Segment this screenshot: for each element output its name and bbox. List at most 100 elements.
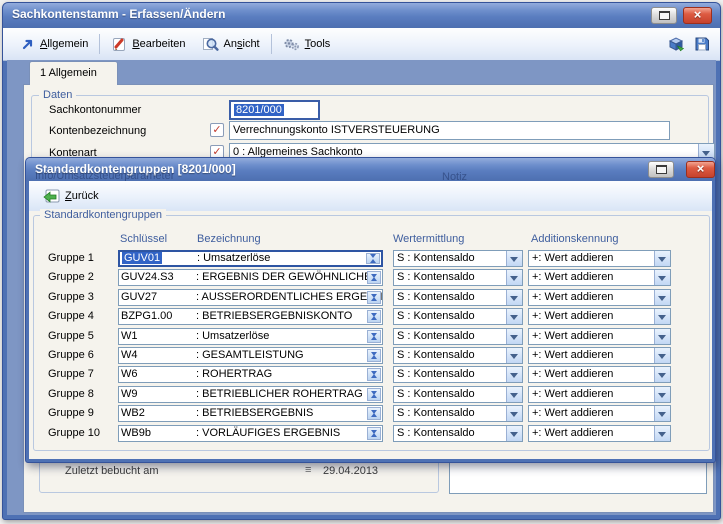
spinner-button[interactable] [367,349,381,362]
dialog-restore-button[interactable] [648,161,674,178]
dropdown-arrow-icon[interactable] [506,309,522,324]
additionskennung-select[interactable]: +: Wert addieren [528,366,671,383]
schluessel-bezeichnung-field[interactable]: W6 : ROHERTRAG [118,366,383,383]
toolbar-item-allgemein[interactable]: Allgemein [13,32,96,56]
spin-down-icon [371,352,377,359]
kontenbezeichnung-value: Verrechnungskonto ISTVERSTEUERUNG [233,124,440,136]
additionskennung-select[interactable]: +: Wert addieren [528,425,671,442]
wertermittlung-select[interactable]: S : Kontensaldo [393,328,523,345]
package-export-icon[interactable] [668,36,685,52]
spin-down-icon [371,410,377,417]
dropdown-arrow-icon[interactable] [654,406,670,421]
wertermittlung-select[interactable]: S : Kontensaldo [393,269,523,286]
dropdown-arrow-icon[interactable] [654,387,670,402]
kontenbezeichnung-checkbox[interactable] [210,123,224,137]
gruppe-label: Gruppe 1 [48,252,118,264]
save-icon[interactable] [694,36,710,52]
additionskennung-select[interactable]: +: Wert addieren [528,386,671,403]
wertermittlung-select[interactable]: S : Kontensaldo [393,405,523,422]
column-header-bezeichnung: Bezeichnung [197,233,261,245]
bezeichnung-value: : ROHERTRAG [196,368,272,380]
zurueck-button[interactable]: Zurück [35,184,107,208]
additionskennung-select[interactable]: +: Wert addieren [528,269,671,286]
wertermittlung-select[interactable]: S : Kontensaldo [393,425,523,442]
kontengruppe-row: Gruppe 6 W4 : GESAMTLEISTUNG S : Kontens… [26,347,715,364]
toolbar-item-bearbeiten[interactable]: Bearbeiten [103,32,193,56]
kontenbezeichnung-input[interactable]: Verrechnungskonto ISTVERSTEUERUNG [229,121,670,140]
schluessel-bezeichnung-field[interactable]: W9 : BETRIEBLICHER ROHERTRAG [118,386,383,403]
wertermittlung-select[interactable]: S : Kontensaldo [393,289,523,306]
dropdown-arrow-icon[interactable] [654,426,670,441]
spinner-button[interactable] [367,330,381,343]
restore-button[interactable] [651,7,677,24]
standardkontengruppen-dialog: Standardkontengruppen [8201/000] Info/Um… [25,157,716,463]
wertermittlung-select[interactable]: S : Kontensaldo [393,250,523,267]
additionskennung-value: +: Wert addieren [532,388,613,400]
dropdown-arrow-icon[interactable] [654,367,670,382]
dropdown-arrow-icon[interactable] [506,329,522,344]
dropdown-arrow-icon[interactable] [506,251,522,266]
toolbar-separator [99,34,100,54]
dropdown-arrow-icon[interactable] [654,329,670,344]
spinner-button[interactable] [367,310,381,323]
bezeichnung-value: : GESAMTLEISTUNG [196,349,304,361]
additionskennung-value: +: Wert addieren [532,291,613,303]
additionskennung-select[interactable]: +: Wert addieren [528,308,671,325]
spinner-button[interactable] [367,291,381,304]
schluessel-bezeichnung-field[interactable]: GUV01 : Umsatzerlöse [118,250,383,267]
dropdown-arrow-icon[interactable] [654,270,670,285]
schluessel-bezeichnung-field[interactable]: WB2 : BETRIEBSERGEBNIS [118,405,383,422]
spinner-button[interactable] [366,253,380,264]
dropdown-arrow-icon[interactable] [506,387,522,402]
spinner-button[interactable] [367,407,381,420]
dropdown-arrow-icon[interactable] [506,406,522,421]
spinner-button[interactable] [367,388,381,401]
spinner-button[interactable] [367,427,381,440]
schluessel-bezeichnung-field[interactable]: W4 : GESAMTLEISTUNG [118,347,383,364]
wertermittlung-select[interactable]: S : Kontensaldo [393,308,523,325]
dropdown-arrow-icon[interactable] [506,348,522,363]
wertermittlung-value: S : Kontensaldo [397,330,475,342]
dropdown-arrow-icon[interactable] [506,426,522,441]
additionskennung-select[interactable]: +: Wert addieren [528,347,671,364]
kontengruppe-row: Gruppe 1 GUV01 : Umsatzerlöse S : Konten… [26,250,715,267]
wertermittlung-select[interactable]: S : Kontensaldo [393,347,523,364]
dropdown-arrow-icon[interactable] [654,251,670,266]
close-button[interactable] [683,7,712,24]
dropdown-arrow-icon[interactable] [506,290,522,305]
additionskennung-select[interactable]: +: Wert addieren [528,289,671,306]
kontengruppe-row: Gruppe 5 W1 : Umsatzerlöse S : Kontensal… [26,328,715,345]
schluessel-bezeichnung-field[interactable]: GUV24.S3 : ERGEBNIS DER GEWÖHNLICHEN GES [118,269,383,286]
wertermittlung-select[interactable]: S : Kontensaldo [393,366,523,383]
daten-group-label: Daten [39,89,76,101]
sachkontonummer-input[interactable]: 8201/000 [229,100,320,120]
spinner-button[interactable] [367,271,381,284]
schluessel-bezeichnung-field[interactable]: W1 : Umsatzerlöse [118,328,383,345]
dialog-toolbar: Zurück [29,181,712,212]
wertermittlung-select[interactable]: S : Kontensaldo [393,386,523,403]
toolbar-item-ansicht[interactable]: Ansicht [194,32,268,56]
schluessel-bezeichnung-field[interactable]: BZPG1.00 : BETRIEBSERGEBNISKONTO [118,308,383,325]
schluessel-bezeichnung-field[interactable]: GUV27 : AUSSERORDENTLICHES ERGEBNIS [118,289,383,306]
toolbar-item-tools[interactable]: Tools [275,32,339,56]
gruppe-label: Gruppe 2 [48,271,118,283]
dropdown-arrow-icon[interactable] [506,270,522,285]
additionskennung-select[interactable]: +: Wert addieren [528,250,671,267]
tab-allgemein[interactable]: 1 Allgemein [29,61,118,85]
main-titlebar: Sachkontenstamm - Erfassen/Ändern [3,3,720,28]
dropdown-arrow-icon[interactable] [506,367,522,382]
dialog-close-button[interactable] [686,161,715,178]
dropdown-arrow-icon[interactable] [654,290,670,305]
additionskennung-select[interactable]: +: Wert addieren [528,405,671,422]
column-header-wertermittlung: Wertermittlung [393,233,464,245]
zuletzt-bebucht-value: 29.04.2013 [323,465,378,477]
schluessel-bezeichnung-field[interactable]: WB9b : VORLÄUFIGES ERGEBNIS [118,425,383,442]
additionskennung-value: +: Wert addieren [532,407,613,419]
kontengruppe-row: Gruppe 9 WB2 : BETRIEBSERGEBNIS S : Kont… [26,405,715,422]
additionskennung-select[interactable]: +: Wert addieren [528,328,671,345]
toolbar-separator [271,34,272,54]
schluessel-value: WB9b [121,427,151,439]
spinner-button[interactable] [367,368,381,381]
dropdown-arrow-icon[interactable] [654,348,670,363]
dropdown-arrow-icon[interactable] [654,309,670,324]
